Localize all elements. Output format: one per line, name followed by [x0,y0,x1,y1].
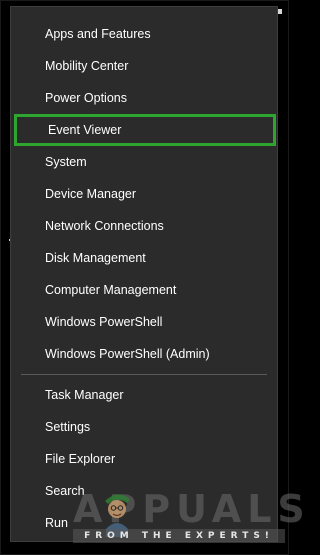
menu-item-system[interactable]: System [11,146,277,178]
menu-item-mobility-center[interactable]: Mobility Center [11,50,277,82]
appuals-watermark: APPUALS FROM THE EXPERTS! [73,487,305,551]
menu-item-computer-management[interactable]: Computer Management [11,274,277,306]
menu-item-windows-powershell[interactable]: Windows PowerShell [11,306,277,338]
winx-quick-link-menu: Apps and Features Mobility Center Power … [10,6,278,542]
menu-item-apps-and-features[interactable]: Apps and Features [11,18,277,50]
screenshot-frame: Apps and Features Mobility Center Power … [0,0,305,555]
menu-item-task-manager[interactable]: Task Manager [11,379,277,411]
menu-item-power-options[interactable]: Power Options [11,82,277,114]
menu-item-settings[interactable]: Settings [11,411,277,443]
menu-item-disk-management[interactable]: Disk Management [11,242,277,274]
menu-item-file-explorer[interactable]: File Explorer [11,443,277,475]
menu-item-event-viewer[interactable]: Event Viewer [14,114,276,146]
menu-item-network-connections[interactable]: Network Connections [11,210,277,242]
menu-item-windows-powershell-admin[interactable]: Windows PowerShell (Admin) [11,338,277,370]
watermark-tagline: FROM THE EXPERTS! [73,529,285,543]
menu-item-device-manager[interactable]: Device Manager [11,178,277,210]
menu-separator [21,374,267,375]
